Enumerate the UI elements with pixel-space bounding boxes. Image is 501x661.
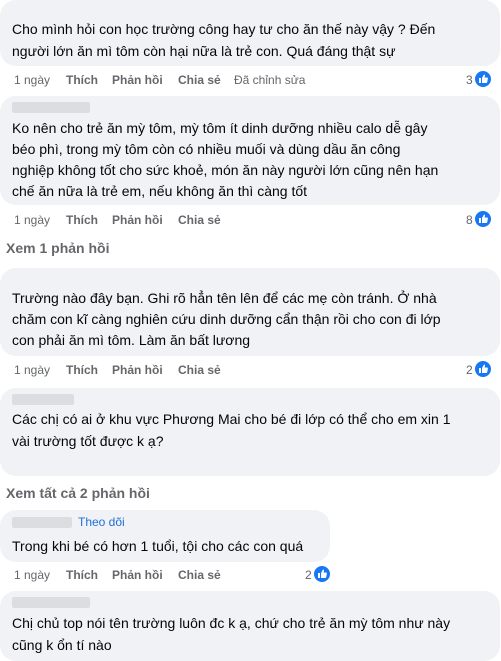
comment-bubble: Cho mình hỏi con học trường công hay tư … xyxy=(0,0,500,66)
like-button[interactable]: Thích xyxy=(66,567,98,583)
like-button[interactable]: Thích xyxy=(66,212,98,228)
comment-text: béo phì, trong mỳ tôm còn có nhiều muối … xyxy=(12,141,401,157)
commenter-name-blurred xyxy=(12,517,72,528)
reply-button[interactable]: Phản hồi xyxy=(112,72,163,88)
comment-time[interactable]: 1 ngày xyxy=(14,362,50,378)
share-button[interactable]: Chia sẻ xyxy=(178,212,221,228)
comment-bubble: Các chị có ai ở khu vực Phương Mai cho b… xyxy=(0,388,500,476)
view-replies-link[interactable]: Xem tất cả 2 phản hồi xyxy=(6,485,150,501)
share-button[interactable]: Chia sẻ xyxy=(178,362,221,378)
like-button[interactable]: Thích xyxy=(66,72,98,88)
comment-actions: 1 ngày Thích Phản hồi Chia sẻ xyxy=(14,567,500,583)
reaction-count[interactable]: 8 xyxy=(466,211,496,228)
share-button[interactable]: Chia sẻ xyxy=(178,567,221,583)
comment-bubble: Ko nên cho trẻ ăn mỳ tôm, mỳ tôm ít dinh… xyxy=(0,96,500,205)
follow-link[interactable]: Theo dõi xyxy=(78,515,125,529)
comment-actions: 1 ngày Thích Phản hồi Chia sẻ xyxy=(14,362,500,378)
reply-button[interactable]: Phản hồi xyxy=(112,362,163,378)
reaction-count[interactable]: 3 xyxy=(466,71,496,88)
like-icon xyxy=(314,566,330,582)
view-replies-link[interactable]: Xem 1 phản hồi xyxy=(6,240,109,256)
comment-bubble: Chị chủ top nói tên trường luôn đc k ạ, … xyxy=(0,591,500,661)
comment-text: Trường nào đây bạn. Ghi rõ hẳn tên lên đ… xyxy=(12,290,437,306)
comment-text: chế ăn nữa là trẻ em, nếu không ăn thì c… xyxy=(12,183,308,199)
comment-time[interactable]: 1 ngày xyxy=(14,212,50,228)
comment-time[interactable]: 1 ngày xyxy=(14,567,50,583)
reaction-count[interactable]: 2 xyxy=(466,361,496,378)
comment-text: nghiệp không tốt cho sức khoẻ, món ăn nà… xyxy=(12,162,439,178)
reply-button[interactable]: Phản hồi xyxy=(112,212,163,228)
comment-text: con phải ăn mì tôm. Làm ăn bất lương xyxy=(12,332,251,348)
comment-time[interactable]: 1 ngày xyxy=(14,72,50,88)
comment-text: chăm con kĩ càng nghiên cứu dinh dưỡng c… xyxy=(12,311,441,327)
comment-bubble: Theo dõi Trong khi bé có hơn 1 tuổi, tội… xyxy=(0,510,330,562)
comment-text: Chị chủ top nói tên trường luôn đc k ạ, … xyxy=(12,615,451,631)
comment-text: Ko nên cho trẻ ăn mỳ tôm, mỳ tôm ít dinh… xyxy=(12,120,428,136)
comment-text: Các chị có ai ở khu vực Phương Mai cho b… xyxy=(12,411,451,427)
comment-text: Trong khi bé có hơn 1 tuổi, tội cho các … xyxy=(12,538,304,554)
comment-bubble: Trường nào đây bạn. Ghi rõ hẳn tên lên đ… xyxy=(0,268,500,356)
comment-text: cũng k ổn tí nào xyxy=(12,637,112,653)
commenter-name-blurred xyxy=(12,102,90,113)
edited-label: Đã chỉnh sửa xyxy=(234,73,306,87)
like-button[interactable]: Thích xyxy=(66,362,98,378)
like-icon xyxy=(475,361,491,377)
commenter-name-blurred xyxy=(12,597,90,608)
reply-button[interactable]: Phản hồi xyxy=(112,567,163,583)
comment-text: vài trường tốt được k ạ? xyxy=(12,433,164,449)
reaction-count[interactable]: 2 xyxy=(305,566,335,583)
comment-text: người lớn ăn mì tôm còn hại nữa là trẻ c… xyxy=(12,43,396,59)
commenter-name-blurred xyxy=(12,394,74,405)
like-icon xyxy=(475,71,491,87)
comment-actions: 1 ngày Thích Phản hồi Chia sẻ xyxy=(14,212,500,228)
comment-actions: 1 ngày Thích Phản hồi Chia sẻ Đã chỉnh s… xyxy=(14,72,500,88)
share-button[interactable]: Chia sẻ xyxy=(178,72,221,88)
like-icon xyxy=(475,211,491,227)
comment-text: Cho mình hỏi con học trường công hay tư … xyxy=(12,21,436,37)
